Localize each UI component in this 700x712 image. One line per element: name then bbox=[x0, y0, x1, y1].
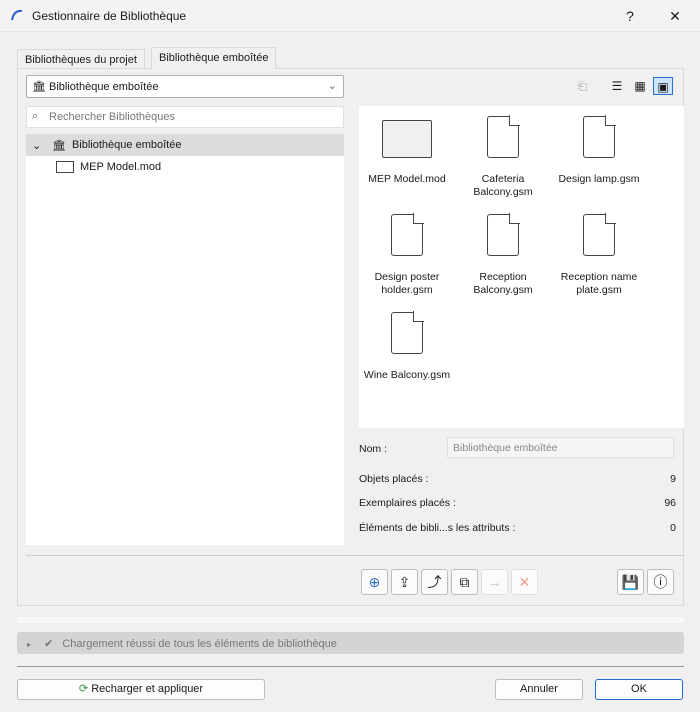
item-label: Reception Balcony.gsm bbox=[473, 271, 533, 296]
large-icon-view-icon[interactable]: ▣ bbox=[653, 77, 673, 95]
folder-icon bbox=[56, 161, 74, 173]
search-placeholder: Rechercher Bibliothèques bbox=[49, 111, 175, 123]
tree-item-label: Bibliothèque emboîtée bbox=[71, 139, 182, 151]
object-file-icon bbox=[487, 115, 520, 158]
item-label: Cafeteria Balcony.gsm bbox=[473, 173, 533, 198]
attribute-elements-label: Éléments de bibli...s les attributs : bbox=[359, 522, 516, 534]
list-view-icon[interactable]: ☰ bbox=[607, 77, 627, 95]
item-label: Design poster holder.gsm bbox=[374, 271, 440, 296]
object-file-icon bbox=[487, 213, 520, 256]
save-export-button[interactable]: 💾 bbox=[617, 569, 644, 595]
parent-folder-icon[interactable]: ⎗ bbox=[572, 77, 592, 95]
close-button[interactable]: ✕ bbox=[665, 6, 685, 26]
tree-item-child[interactable]: MEP Model.mod bbox=[26, 156, 344, 178]
cancel-button[interactable]: Annuler bbox=[495, 679, 583, 700]
placed-instances-label: Exemplaires placés : bbox=[359, 497, 456, 509]
library-icon: 🏛 bbox=[32, 81, 46, 93]
item-label: Reception name plate.gsm bbox=[560, 271, 638, 296]
item-label: Wine Balcony.gsm bbox=[363, 369, 451, 381]
library-icon: 🏛 bbox=[52, 139, 66, 152]
folder-icon bbox=[382, 120, 432, 158]
object-file-icon bbox=[583, 115, 616, 158]
tab-embedded-library[interactable]: Bibliothèque emboîtée bbox=[151, 47, 277, 69]
object-file-icon bbox=[583, 213, 616, 256]
add-library-button[interactable]: ⊕ bbox=[361, 569, 388, 595]
delete-button[interactable]: ✕ bbox=[511, 569, 538, 595]
tab-project-libraries[interactable]: Bibliothèques du projet bbox=[17, 49, 145, 69]
grid-item[interactable]: MEP Model.mod bbox=[359, 106, 455, 186]
attribute-elements-value: 0 bbox=[670, 522, 676, 534]
dropdown-value: Bibliothèque emboîtée bbox=[49, 81, 159, 93]
reload-label: Recharger et appliquer bbox=[91, 683, 204, 695]
search-icon: ⌕ bbox=[32, 110, 39, 122]
items-grid: MEP Model.mod Cafeteria Balcony.gsm Desi… bbox=[359, 106, 684, 428]
divider bbox=[17, 666, 684, 667]
objects-button[interactable]: ⧉ bbox=[451, 569, 478, 595]
info-button[interactable]: ⓘ bbox=[647, 569, 674, 595]
reload-icon: ⟳ bbox=[78, 683, 89, 695]
name-field: Bibliothèque emboîtée bbox=[447, 437, 674, 458]
check-icon: ✔ bbox=[44, 638, 54, 650]
divider bbox=[17, 617, 684, 623]
status-bar[interactable]: ▸ ✔ Chargement réussi de tous les élémen… bbox=[17, 632, 684, 654]
placed-instances-value: 96 bbox=[664, 497, 676, 509]
name-label: Nom : bbox=[359, 443, 388, 455]
reload-apply-button[interactable]: ⟳ Recharger et appliquer bbox=[17, 679, 265, 700]
grid-item[interactable]: Cafeteria Balcony.gsm bbox=[455, 106, 551, 199]
tree-item-root[interactable]: ⌄ 🏛 Bibliothèque emboîtée bbox=[26, 134, 344, 156]
grid-view-icon[interactable]: ▦ bbox=[630, 77, 650, 95]
library-dropdown[interactable]: 🏛 Bibliothèque emboîtée ⌄ bbox=[26, 75, 344, 98]
grid-item[interactable]: Design poster holder.gsm bbox=[359, 204, 455, 297]
ok-button[interactable]: OK bbox=[595, 679, 683, 700]
window-title: Gestionnaire de Bibliothèque bbox=[32, 9, 187, 23]
tree-item-label: MEP Model.mod bbox=[80, 161, 162, 173]
grid-item[interactable]: Reception name plate.gsm bbox=[551, 204, 647, 297]
export-object-button[interactable]: ⤴ bbox=[421, 569, 448, 595]
chevron-down-icon: ⌄ bbox=[327, 80, 337, 92]
grid-item[interactable]: Design lamp.gsm bbox=[551, 106, 647, 186]
object-file-icon bbox=[391, 311, 424, 354]
status-text: Chargement réussi de tous les éléments d… bbox=[62, 638, 337, 650]
grid-item[interactable]: Wine Balcony.gsm bbox=[359, 302, 455, 382]
expand-arrow-icon: ▸ bbox=[27, 640, 32, 649]
object-file-icon bbox=[391, 213, 424, 256]
item-label: Design lamp.gsm bbox=[558, 173, 640, 185]
grid-item[interactable]: Reception Balcony.gsm bbox=[455, 204, 551, 297]
library-tree: ⌄ 🏛 Bibliothèque emboîtée MEP Model.mod bbox=[26, 134, 344, 545]
help-button[interactable]: ? bbox=[620, 6, 640, 26]
move-object-button[interactable]: → bbox=[481, 569, 508, 595]
placed-objects-value: 9 bbox=[670, 473, 676, 485]
search-input[interactable]: ⌕ Rechercher Bibliothèques bbox=[26, 106, 344, 128]
item-label: MEP Model.mod bbox=[368, 173, 446, 185]
app-logo-icon bbox=[11, 9, 23, 21]
chevron-down-icon: ⌄ bbox=[32, 139, 42, 152]
export-folder-button[interactable]: ⇪ bbox=[391, 569, 418, 595]
title-bar: Gestionnaire de Bibliothèque ? ✕ bbox=[0, 0, 700, 32]
placed-objects-label: Objets placés : bbox=[359, 473, 429, 485]
divider bbox=[26, 555, 684, 556]
